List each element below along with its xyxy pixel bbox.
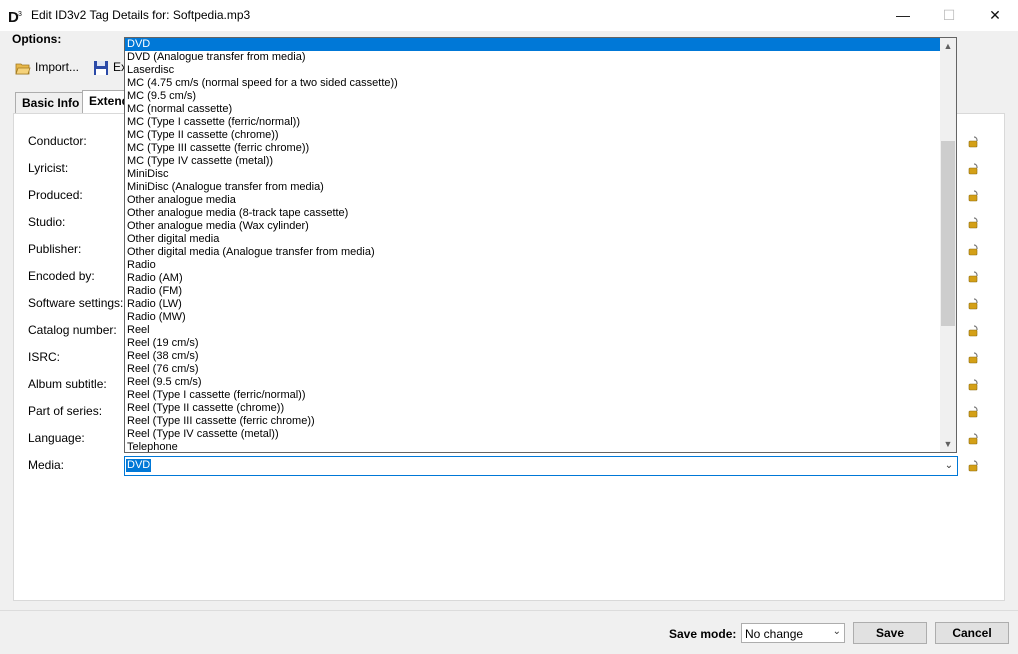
media-option[interactable]: MC (Type II cassette (chrome)) — [125, 129, 941, 142]
save-mode-value: No change — [745, 627, 804, 641]
media-option[interactable]: Reel (76 cm/s) — [125, 363, 941, 376]
media-option[interactable]: Reel (Type II cassette (chrome)) — [125, 402, 941, 415]
footer-divider — [0, 610, 1018, 611]
media-option[interactable]: MC (9.5 cm/s) — [125, 90, 941, 103]
lock-icon[interactable] — [968, 163, 980, 175]
media-option[interactable]: Radio (AM) — [125, 272, 941, 285]
media-option[interactable]: Radio — [125, 259, 941, 272]
save-button[interactable]: Save — [853, 622, 927, 644]
catalog-number-label: Catalog number: — [28, 323, 117, 337]
lock-icon[interactable] — [968, 352, 980, 364]
minimize-button[interactable]: — — [880, 0, 926, 31]
software-settings-label: Software settings: — [28, 296, 124, 310]
svg-text:3: 3 — [18, 11, 22, 18]
media-option[interactable]: DVD (Analogue transfer from media) — [125, 51, 941, 64]
save-disk-icon — [94, 60, 108, 75]
dropdown-scrollbar[interactable]: ▲ ▼ — [940, 38, 956, 452]
import-button[interactable]: Import... — [15, 57, 79, 77]
window-title: Edit ID3v2 Tag Details for: Softpedia.mp… — [31, 8, 251, 22]
lock-icon[interactable] — [968, 217, 980, 229]
lock-icon[interactable] — [968, 433, 980, 445]
encoded-by-label: Encoded by: — [28, 269, 95, 283]
media-option[interactable]: DVD — [125, 38, 941, 51]
media-dropdown-list[interactable]: DVD DVD (Analogue transfer from media) Las… — [124, 37, 957, 453]
cancel-button[interactable]: Cancel — [935, 622, 1009, 644]
album-subtitle-label: Album subtitle: — [28, 377, 107, 391]
lock-icon[interactable] — [968, 406, 980, 418]
media-option[interactable]: Reel (Type III cassette (ferric chrome)) — [125, 415, 941, 428]
media-option[interactable]: Telephone — [125, 441, 941, 452]
media-option[interactable]: Radio (FM) — [125, 285, 941, 298]
conductor-label: Conductor: — [28, 134, 87, 148]
media-option[interactable]: Other digital media — [125, 233, 941, 246]
lock-icon[interactable] — [968, 190, 980, 202]
media-option[interactable]: MC (Type III cassette (ferric chrome)) — [125, 142, 941, 155]
app-logo-icon: D 3 — [8, 7, 26, 25]
media-option[interactable]: Other analogue media (Wax cylinder) — [125, 220, 941, 233]
media-option[interactable]: MiniDisc — [125, 168, 941, 181]
language-label: Language: — [28, 431, 85, 445]
produced-label: Produced: — [28, 188, 83, 202]
import-label: Import... — [35, 60, 80, 74]
scroll-up-icon[interactable]: ▲ — [940, 38, 956, 54]
tab-basic-info[interactable]: Basic Info — [15, 92, 87, 113]
media-option[interactable]: MC (Type I cassette (ferric/normal)) — [125, 116, 941, 129]
media-option[interactable]: Other digital media (Analogue transfer f… — [125, 246, 941, 259]
media-option[interactable]: Radio (MW) — [125, 311, 941, 324]
lock-icon[interactable] — [968, 244, 980, 256]
isrc-label: ISRC: — [28, 350, 61, 364]
lock-icon[interactable] — [968, 271, 980, 283]
media-option[interactable]: MC (Type IV cassette (metal)) — [125, 155, 941, 168]
lock-icon[interactable] — [968, 379, 980, 391]
title-bar: D 3 Edit ID3v2 Tag Details for: Softpedi… — [0, 0, 1018, 31]
options-label: Options: — [12, 32, 62, 46]
media-option[interactable]: Other analogue media — [125, 194, 941, 207]
lock-icon[interactable] — [968, 136, 980, 148]
lyricist-label: Lyricist: — [28, 161, 69, 175]
media-option[interactable]: Reel (38 cm/s) — [125, 350, 941, 363]
scroll-thumb[interactable] — [941, 141, 955, 326]
chevron-down-icon: ⌄ — [832, 626, 841, 637]
maximize-button[interactable]: ☐ — [926, 0, 972, 31]
folder-open-icon — [15, 63, 31, 75]
part-of-series-label: Part of series: — [28, 404, 103, 418]
lock-icon[interactable] — [968, 298, 980, 310]
save-mode-select[interactable]: No change ⌄ — [741, 623, 845, 643]
scroll-down-icon[interactable]: ▼ — [940, 436, 956, 452]
chevron-down-icon[interactable]: ⌄ — [941, 457, 957, 475]
tab-extended[interactable]: Extende — [82, 90, 130, 114]
media-label: Media: — [28, 458, 65, 472]
publisher-label: Publisher: — [28, 242, 82, 256]
lock-icon[interactable] — [968, 325, 980, 337]
media-option[interactable]: Radio (LW) — [125, 298, 941, 311]
media-option[interactable]: Other analogue media (8-track tape casse… — [125, 207, 941, 220]
media-option[interactable]: Reel — [125, 324, 941, 337]
media-option[interactable]: Reel (19 cm/s) — [125, 337, 941, 350]
media-option[interactable]: MiniDisc (Analogue transfer from media) — [125, 181, 941, 194]
media-option[interactable]: Reel (9.5 cm/s) — [125, 376, 941, 389]
studio-label: Studio: — [28, 215, 66, 229]
export-button[interactable]: Ex — [93, 57, 127, 77]
media-option[interactable]: MC (normal cassette) — [125, 103, 941, 116]
media-option[interactable]: MC (4.75 cm/s (normal speed for a two si… — [125, 77, 941, 90]
media-option[interactable]: Reel (Type IV cassette (metal)) — [125, 428, 941, 441]
media-combobox[interactable]: DVD ⌄ — [124, 456, 958, 476]
media-option[interactable]: Laserdisc — [125, 64, 941, 77]
media-value: DVD — [126, 459, 152, 472]
save-mode-label: Save mode: — [669, 627, 737, 641]
lock-icon[interactable] — [968, 460, 980, 472]
media-options: DVD DVD (Analogue transfer from media) Las… — [125, 38, 941, 452]
media-option[interactable]: Reel (Type I cassette (ferric/normal)) — [125, 389, 941, 402]
close-button[interactable]: ✕ — [972, 0, 1018, 31]
